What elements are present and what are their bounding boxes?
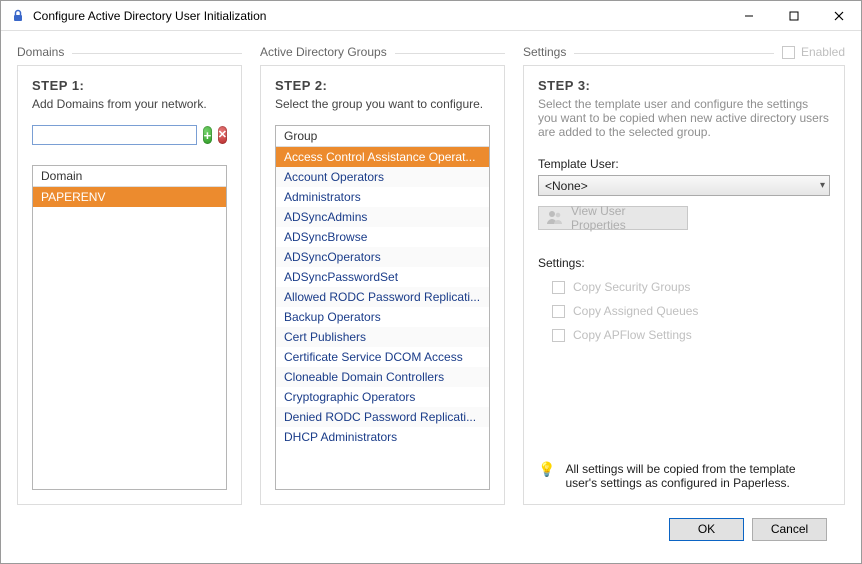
domain-input[interactable]	[32, 125, 197, 145]
window: Configure Active Directory User Initiali…	[0, 0, 862, 564]
group-row[interactable]: Allowed RODC Password Replicati...	[276, 287, 489, 307]
domain-list[interactable]: Domain PAPERENV	[32, 165, 227, 490]
groups-column: Active Directory Groups STEP 2: Select t…	[260, 45, 505, 505]
settings-column: Settings Enabled STEP 3: Select the temp…	[523, 45, 845, 505]
group-row[interactable]: Administrators	[276, 187, 489, 207]
group-row[interactable]: ADSyncBrowse	[276, 227, 489, 247]
settings-checkbox-row: Copy Security Groups	[552, 280, 830, 294]
template-user-combo[interactable]: <None> ▾	[538, 175, 830, 196]
groups-legend: Active Directory Groups	[260, 45, 387, 59]
minimize-button[interactable]	[726, 1, 771, 30]
cancel-button[interactable]: Cancel	[752, 518, 827, 541]
domains-legend: Domains	[17, 45, 64, 59]
view-user-properties-label: View User Properties	[571, 204, 679, 232]
group-row[interactable]: ADSyncAdmins	[276, 207, 489, 227]
settings-checkbox-row: Copy Assigned Queues	[552, 304, 830, 318]
group-row[interactable]: Cert Publishers	[276, 327, 489, 347]
step1-heading: STEP 1:	[32, 78, 227, 93]
group-list[interactable]: Group Access Control Assistance Operat..…	[276, 126, 489, 489]
domain-list-header: Domain	[33, 166, 226, 187]
add-domain-button[interactable]: +	[203, 126, 212, 144]
group-row[interactable]: Denied RODC Password Replicati...	[276, 407, 489, 427]
checkbox-label: Copy Assigned Queues	[573, 304, 698, 318]
user-icon	[547, 210, 563, 227]
checkbox-label: Copy APFlow Settings	[573, 328, 692, 342]
close-button[interactable]	[816, 1, 861, 30]
titlebar: Configure Active Directory User Initiali…	[1, 1, 861, 31]
window-title: Configure Active Directory User Initiali…	[33, 9, 726, 23]
ok-button[interactable]: OK	[669, 518, 744, 541]
dialog-button-bar: OK Cancel	[17, 505, 845, 553]
enabled-label: Enabled	[801, 45, 845, 59]
domains-column: Domains STEP 1: Add Domains from your ne…	[17, 45, 242, 505]
lock-icon	[9, 7, 27, 25]
step3-subtitle: Select the template user and configure t…	[538, 97, 830, 139]
group-list-header: Group	[276, 126, 489, 147]
settings-checkbox-row: Copy APFlow Settings	[552, 328, 830, 342]
group-row[interactable]: DHCP Administrators	[276, 427, 489, 447]
step2-heading: STEP 2:	[275, 78, 490, 93]
checkbox[interactable]	[552, 281, 565, 294]
group-row[interactable]: Certificate Service DCOM Access	[276, 347, 489, 367]
step2-subtitle: Select the group you want to configure.	[275, 97, 490, 111]
settings-legend: Settings	[523, 45, 566, 59]
group-row[interactable]: Cryptographic Operators	[276, 387, 489, 407]
checkbox[interactable]	[552, 305, 565, 318]
settings-sub-label: Settings:	[538, 256, 830, 270]
lightbulb-icon: 💡	[538, 462, 555, 476]
group-row[interactable]: ADSyncOperators	[276, 247, 489, 267]
chevron-down-icon: ▾	[820, 180, 825, 191]
maximize-button[interactable]	[771, 1, 816, 30]
remove-domain-button[interactable]: ✕	[218, 126, 227, 144]
hint-text: All settings will be copied from the tem…	[565, 462, 830, 490]
checkbox-label: Copy Security Groups	[573, 280, 690, 294]
step3-heading: STEP 3:	[538, 78, 830, 93]
group-row[interactable]: Account Operators	[276, 167, 489, 187]
group-row[interactable]: Access Control Assistance Operat...	[276, 147, 489, 167]
domain-row[interactable]: PAPERENV	[33, 187, 226, 207]
group-row[interactable]: Cloneable Domain Controllers	[276, 367, 489, 387]
step1-subtitle: Add Domains from your network.	[32, 97, 227, 111]
template-user-label: Template User:	[538, 157, 830, 171]
template-user-value: <None>	[545, 179, 588, 193]
checkbox[interactable]	[552, 329, 565, 342]
group-row[interactable]: Backup Operators	[276, 307, 489, 327]
enabled-checkbox[interactable]	[782, 46, 795, 59]
hint-row: 💡 All settings will be copied from the t…	[538, 462, 830, 490]
view-user-properties-button: View User Properties	[538, 206, 688, 230]
group-row[interactable]: ADSyncPasswordSet	[276, 267, 489, 287]
